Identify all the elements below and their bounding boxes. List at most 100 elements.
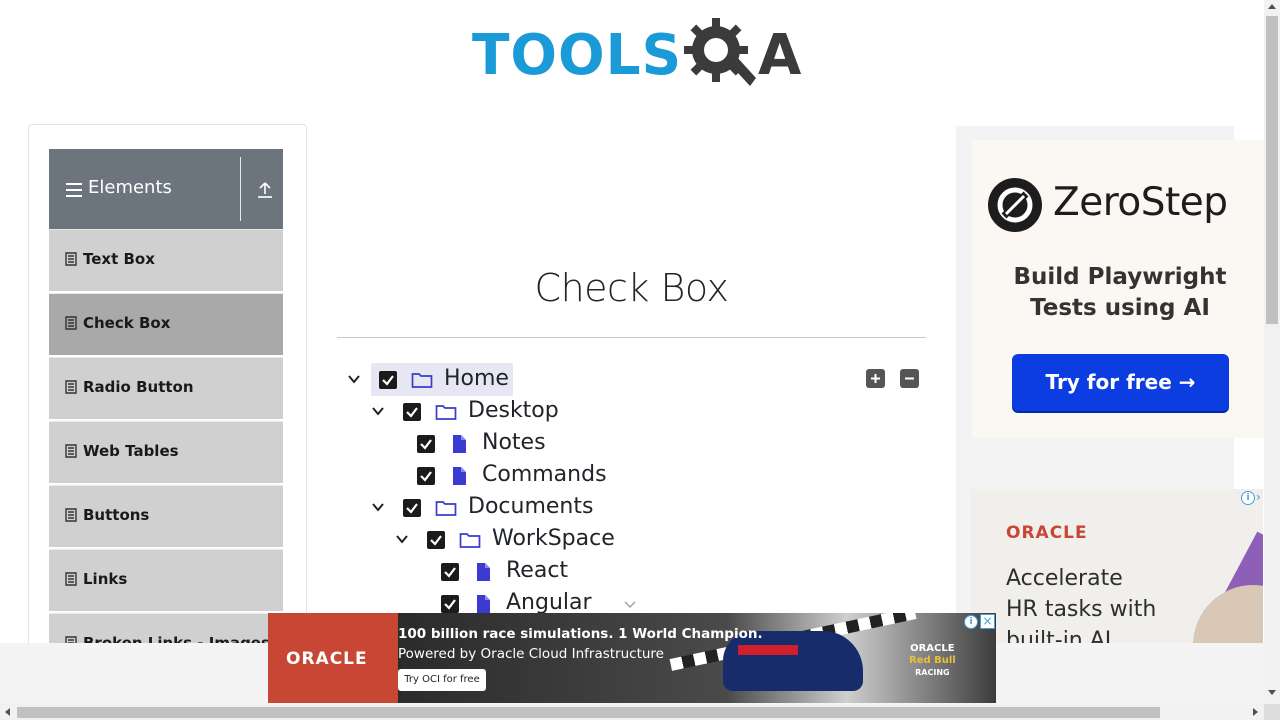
elements-group-header[interactable]: Elements (49, 149, 283, 229)
chevron-down-icon[interactable] (347, 372, 361, 386)
zerostep-brand: ZeroStep (1053, 180, 1228, 225)
ad-race-car-stripe (738, 645, 798, 655)
checked-checkbox-icon[interactable] (417, 435, 435, 453)
oracle-logo: ORACLE (286, 649, 368, 669)
minus-square-icon (905, 377, 914, 380)
sidebar-item-label: Radio Button (83, 378, 194, 396)
sidebar-item-label: Web Tables (83, 442, 179, 460)
tree-node-documents[interactable]: Documents (369, 492, 609, 524)
file-icon (477, 595, 490, 613)
checked-checkbox-icon[interactable] (403, 499, 421, 517)
tree-node-commands[interactable]: Commands (407, 460, 627, 492)
page-title: Check Box (534, 266, 729, 310)
sidebar-item-web-tables[interactable]: Web Tables (49, 421, 283, 483)
zerostep-logo-icon (988, 178, 1042, 232)
tree-node-home[interactable]: Home (345, 364, 515, 396)
ad-info-icon[interactable]: i (964, 615, 978, 629)
red-bull-racing-logo: ORACLE Red Bull RACING (909, 643, 956, 679)
try-for-free-button[interactable]: Try for free → (1012, 354, 1229, 411)
tagline-line: Build Playwright (1013, 264, 1227, 290)
ad-close-icon[interactable]: × (980, 614, 995, 629)
chevron-down-icon (624, 601, 636, 608)
header-divider (240, 157, 241, 221)
tree-node-label: Desktop (468, 398, 559, 423)
ad-info-icon[interactable]: i (1241, 491, 1255, 505)
checked-checkbox-icon[interactable] (417, 467, 435, 485)
file-icon (477, 563, 490, 581)
scrollbar-thumb[interactable] (1266, 16, 1278, 324)
collapse-all-button[interactable] (900, 369, 919, 388)
file-icon (65, 572, 77, 586)
oracle-red-panel: ORACLE (268, 613, 398, 703)
folder-icon (411, 373, 433, 388)
file-icon (65, 316, 77, 330)
toolsqa-logo[interactable]: TOOLS A (472, 14, 801, 94)
partner-line: ORACLE (910, 643, 955, 654)
sidebar-item-label: Check Box (83, 314, 171, 332)
scroll-up-icon[interactable] (1268, 4, 1276, 9)
logo-text: TOOLS (472, 23, 683, 88)
ad-subline: Powered by Oracle Cloud Infrastructure (398, 646, 664, 662)
partner-line: RACING (915, 668, 950, 677)
sidebar-item-label: Buttons (83, 506, 150, 524)
checked-checkbox-icon[interactable] (379, 371, 397, 389)
sidebar-item-label: Links (83, 570, 128, 588)
scroll-left-icon[interactable] (5, 708, 10, 716)
sidebar-item-radio-button[interactable]: Radio Button (49, 357, 283, 419)
headline-line: Accelerate (1006, 566, 1123, 591)
partner-line: Red Bull (909, 655, 956, 666)
oracle-ad-headline: Accelerate HR tasks with built-in AI (1006, 563, 1156, 644)
headline-line: built-in AI (1006, 628, 1112, 644)
tree-node-label: Home (444, 366, 509, 391)
checked-checkbox-icon[interactable] (403, 403, 421, 421)
scrollbar-thumb[interactable] (17, 707, 1160, 718)
folder-icon (459, 533, 481, 548)
group-title: Elements (88, 177, 172, 198)
title-divider (337, 337, 926, 338)
plus-square-icon (871, 374, 880, 383)
oracle-hr-ad[interactable]: ORACLE Accelerate HR tasks with built-in… (971, 489, 1263, 644)
tree-node-notes[interactable]: Notes (407, 428, 607, 460)
collapse-up-icon[interactable] (257, 181, 273, 199)
sidebar-item-check-box[interactable]: Check Box (49, 293, 283, 355)
sidebar-item-text-box[interactable]: Text Box (49, 229, 283, 291)
sidebar-item-links[interactable]: Links (49, 549, 283, 611)
scroll-down-icon[interactable] (1268, 690, 1276, 695)
tree-node-label: Documents (468, 494, 594, 519)
file-icon (65, 252, 77, 266)
scroll-right-icon[interactable] (1253, 708, 1258, 716)
vertical-scrollbar[interactable] (1264, 0, 1280, 704)
file-icon (453, 467, 466, 485)
folder-icon (435, 501, 457, 516)
chevron-down-icon[interactable] (371, 500, 385, 514)
tree-node-label: Angular (506, 590, 592, 615)
logo-suffix: A (758, 23, 802, 88)
checked-checkbox-icon[interactable] (441, 595, 459, 613)
chevron-down-icon[interactable] (371, 404, 385, 418)
sidebar-item-buttons[interactable]: Buttons (49, 485, 283, 547)
chevron-down-icon[interactable] (395, 532, 409, 546)
tree-node-label: React (506, 558, 569, 583)
ad-photo (1193, 585, 1263, 644)
tree-node-label: Commands (482, 462, 607, 487)
checked-checkbox-icon[interactable] (427, 531, 445, 549)
scrollbar-corner (1264, 704, 1280, 720)
try-oci-button[interactable]: Try OCI for free (398, 669, 486, 691)
headline-line: HR tasks with (1006, 597, 1157, 622)
tree-node-desktop[interactable]: Desktop (369, 396, 569, 428)
tree-node-label: WorkSpace (492, 526, 615, 551)
menu-icon (66, 183, 82, 197)
expand-all-button[interactable] (866, 369, 885, 388)
bottom-banner-ad[interactable]: ORACLE 100 billion race simulations. 1 W… (268, 613, 996, 703)
sidebar-item-label: Text Box (83, 250, 155, 268)
ad-close-icon[interactable]: › (1256, 490, 1261, 504)
tree-node-react[interactable]: React (431, 556, 631, 588)
checked-checkbox-icon[interactable] (441, 563, 459, 581)
folder-icon (435, 405, 457, 420)
tagline-line: Tests using AI (1030, 295, 1210, 321)
file-icon (65, 444, 77, 458)
tree-node-workspace[interactable]: WorkSpace (393, 524, 633, 556)
horizontal-scrollbar[interactable] (0, 704, 1264, 720)
tree-node-label: Notes (482, 430, 546, 455)
zerostep-tagline: Build Playwright Tests using AI (982, 262, 1258, 324)
